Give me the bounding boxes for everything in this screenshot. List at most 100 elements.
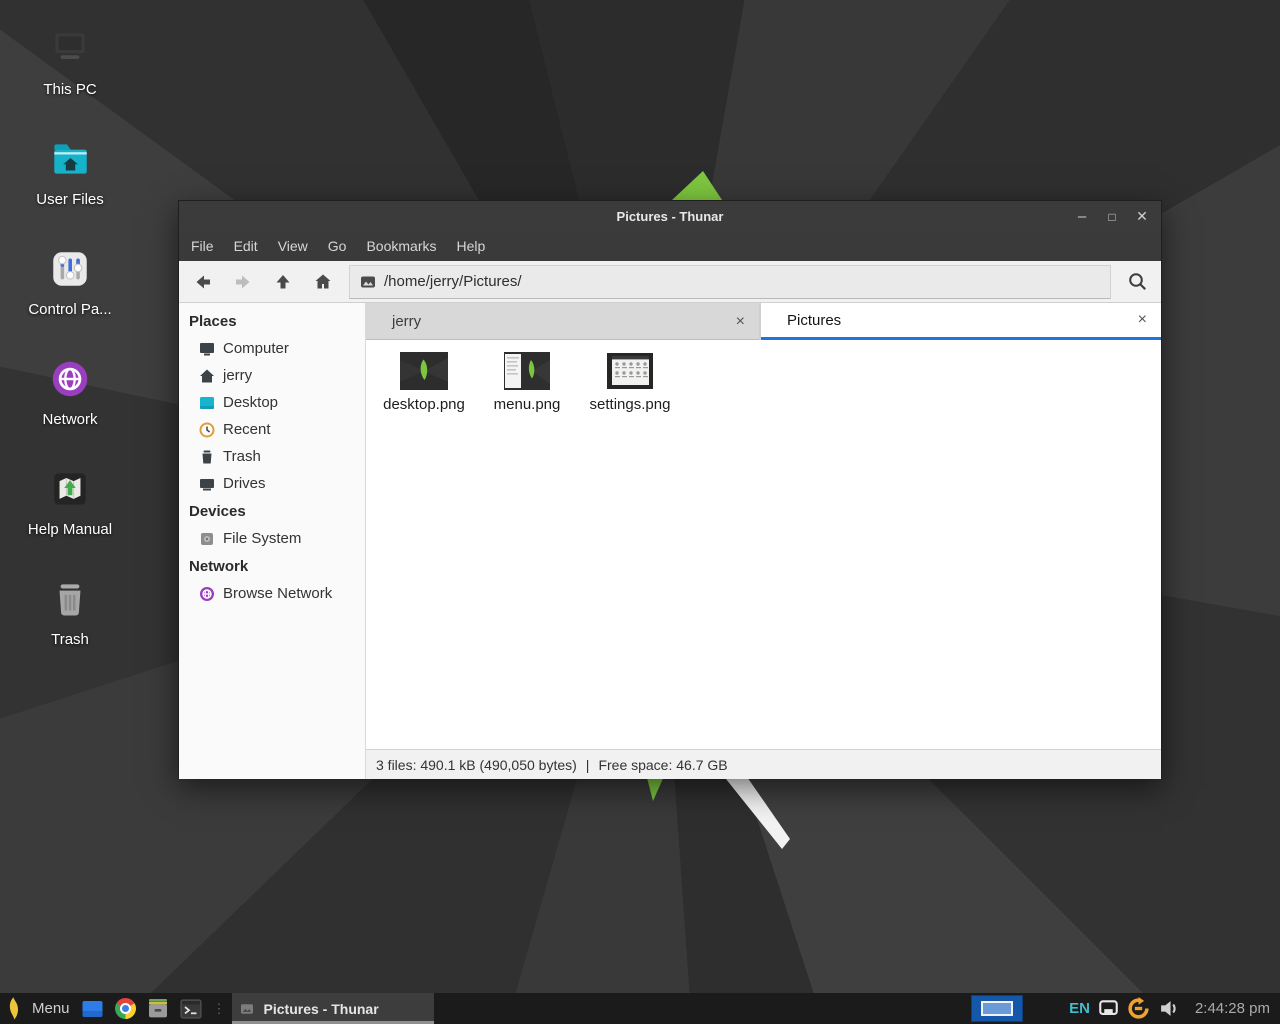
desktop-icon-label: Control Pa...	[8, 301, 132, 318]
archive-manager-launcher-icon[interactable]	[147, 998, 169, 1019]
desktop-icon-label: User Files	[8, 191, 132, 208]
home-icon	[199, 368, 215, 384]
control-panel-icon	[47, 246, 93, 292]
task-button-thunar[interactable]: Pictures - Thunar	[232, 993, 434, 1024]
trash-icon	[47, 576, 93, 622]
file-manager-launcher-icon[interactable]	[81, 1000, 104, 1018]
file-name: settings.png	[582, 396, 678, 413]
up-button[interactable]	[263, 265, 303, 299]
titlebar[interactable]: Pictures - Thunar – □ ✕	[179, 201, 1161, 232]
forward-icon	[233, 272, 253, 292]
menu-go[interactable]: Go	[318, 232, 357, 261]
sidebar-item-drives[interactable]: Drives	[179, 470, 365, 497]
toolbar: /home/jerry/Pictures/	[179, 261, 1161, 303]
sidebar-header-devices: Devices	[179, 497, 365, 525]
menu-launcher-icon[interactable]	[6, 996, 21, 1021]
menu-file[interactable]: File	[181, 232, 224, 261]
desktop-icon-trash[interactable]: Trash	[8, 576, 132, 648]
tab-close-icon[interactable]: ×	[736, 314, 745, 330]
sidebar-item-jerry[interactable]: jerry	[179, 362, 365, 389]
trash-small-icon	[199, 449, 215, 465]
tab-label: Pictures	[787, 312, 1126, 329]
back-button[interactable]	[183, 265, 223, 299]
browse-network-icon	[199, 586, 215, 602]
menu-view[interactable]: View	[268, 232, 318, 261]
menubar: File Edit View Go Bookmarks Help	[179, 232, 1161, 261]
home-icon	[313, 272, 333, 292]
desktop-icon-network[interactable]: Network	[8, 356, 132, 428]
sidebar-item-computer[interactable]: Computer	[179, 335, 365, 362]
volume-icon[interactable]	[1159, 1000, 1180, 1017]
task-button-label: Pictures - Thunar	[264, 1001, 379, 1017]
desktop-icon-this-pc[interactable]: This PC	[8, 26, 132, 98]
desktop-icon-label: This PC	[8, 81, 132, 98]
this-pc-icon	[47, 26, 93, 72]
sidebar: Places Computer jerry Desktop Recent	[179, 303, 366, 779]
chrome-launcher-icon[interactable]	[115, 998, 136, 1019]
file-name: desktop.png	[376, 396, 472, 413]
tab-close-icon[interactable]: ×	[1138, 312, 1147, 328]
menu-help[interactable]: Help	[447, 232, 496, 261]
menu-bookmarks[interactable]: Bookmarks	[356, 232, 446, 261]
file-name: menu.png	[479, 396, 575, 413]
filesystem-icon	[199, 531, 215, 547]
maximize-icon[interactable]: □	[1097, 210, 1127, 224]
file-settings-png[interactable]: settings.png	[582, 350, 678, 413]
forward-button[interactable]	[223, 265, 263, 299]
close-icon[interactable]: ✕	[1127, 208, 1157, 225]
system-tray: EN 2:44:28 pm	[1069, 997, 1274, 1020]
desktop-icon-user-files[interactable]: User Files	[8, 136, 132, 208]
menu-button[interactable]: Menu	[32, 1000, 70, 1017]
window-title: Pictures - Thunar	[617, 209, 724, 224]
back-icon	[193, 272, 213, 292]
status-files-info: 3 files: 490.1 kB (490,050 bytes)	[376, 757, 577, 773]
path-bar[interactable]: /home/jerry/Pictures/	[349, 265, 1111, 299]
sidebar-item-label: Computer	[223, 340, 289, 357]
sidebar-item-label: Recent	[223, 421, 271, 438]
sidebar-item-label: Trash	[223, 448, 261, 465]
file-desktop-png[interactable]: desktop.png	[376, 350, 472, 413]
sidebar-item-label: Desktop	[223, 394, 278, 411]
workspace-switcher[interactable]	[971, 995, 1023, 1022]
menu-edit[interactable]: Edit	[224, 232, 268, 261]
search-icon	[1127, 271, 1148, 292]
search-button[interactable]	[1117, 265, 1157, 299]
home-button[interactable]	[303, 265, 343, 299]
file-list-view[interactable]: desktop.png menu.png settings.png	[366, 340, 1161, 749]
desktop: This PC User Files Control Pa... Network…	[0, 0, 1280, 1024]
display-tray-icon[interactable]	[1099, 1000, 1118, 1017]
status-separator: |	[586, 757, 590, 773]
file-menu-png[interactable]: menu.png	[479, 350, 575, 413]
desktop-icon-help-manual[interactable]: Help Manual	[8, 466, 132, 538]
image-icon	[360, 275, 376, 289]
clock[interactable]: 2:44:28 pm	[1195, 1000, 1270, 1017]
sidebar-item-recent[interactable]: Recent	[179, 416, 365, 443]
image-icon	[240, 1003, 254, 1015]
desktop-icon-label: Trash	[8, 631, 132, 648]
path-text: /home/jerry/Pictures/	[384, 273, 522, 290]
taskbar: Menu ⋮ Pictures - Thunar EN	[0, 993, 1280, 1024]
tab-jerry[interactable]: jerry ×	[366, 303, 759, 340]
tab-bar: jerry × Pictures ×	[366, 303, 1161, 340]
minimize-icon[interactable]: –	[1067, 208, 1097, 225]
terminal-launcher-icon[interactable]	[180, 999, 202, 1019]
desktop-icon-label: Network	[8, 411, 132, 428]
desktop-icon	[199, 395, 215, 411]
user-files-folder-icon	[47, 136, 93, 182]
drives-icon	[199, 476, 215, 492]
sidebar-header-network: Network	[179, 552, 365, 580]
sidebar-item-file-system[interactable]: File System	[179, 525, 365, 552]
sidebar-item-desktop[interactable]: Desktop	[179, 389, 365, 416]
help-manual-icon	[47, 466, 93, 512]
tab-pictures[interactable]: Pictures ×	[761, 303, 1161, 340]
sidebar-item-browse-network[interactable]: Browse Network	[179, 580, 365, 607]
update-notifier-icon[interactable]	[1127, 997, 1150, 1020]
workspace-window-preview	[981, 1001, 1013, 1016]
panel-separator: ⋮	[213, 1004, 226, 1013]
thunar-window: Pictures - Thunar – □ ✕ File Edit View G…	[178, 200, 1162, 778]
sidebar-item-trash[interactable]: Trash	[179, 443, 365, 470]
computer-icon	[199, 341, 215, 357]
keyboard-layout-indicator[interactable]: EN	[1069, 1000, 1090, 1017]
desktop-icon-control-panel[interactable]: Control Pa...	[8, 246, 132, 318]
file-thumbnail	[479, 350, 575, 392]
